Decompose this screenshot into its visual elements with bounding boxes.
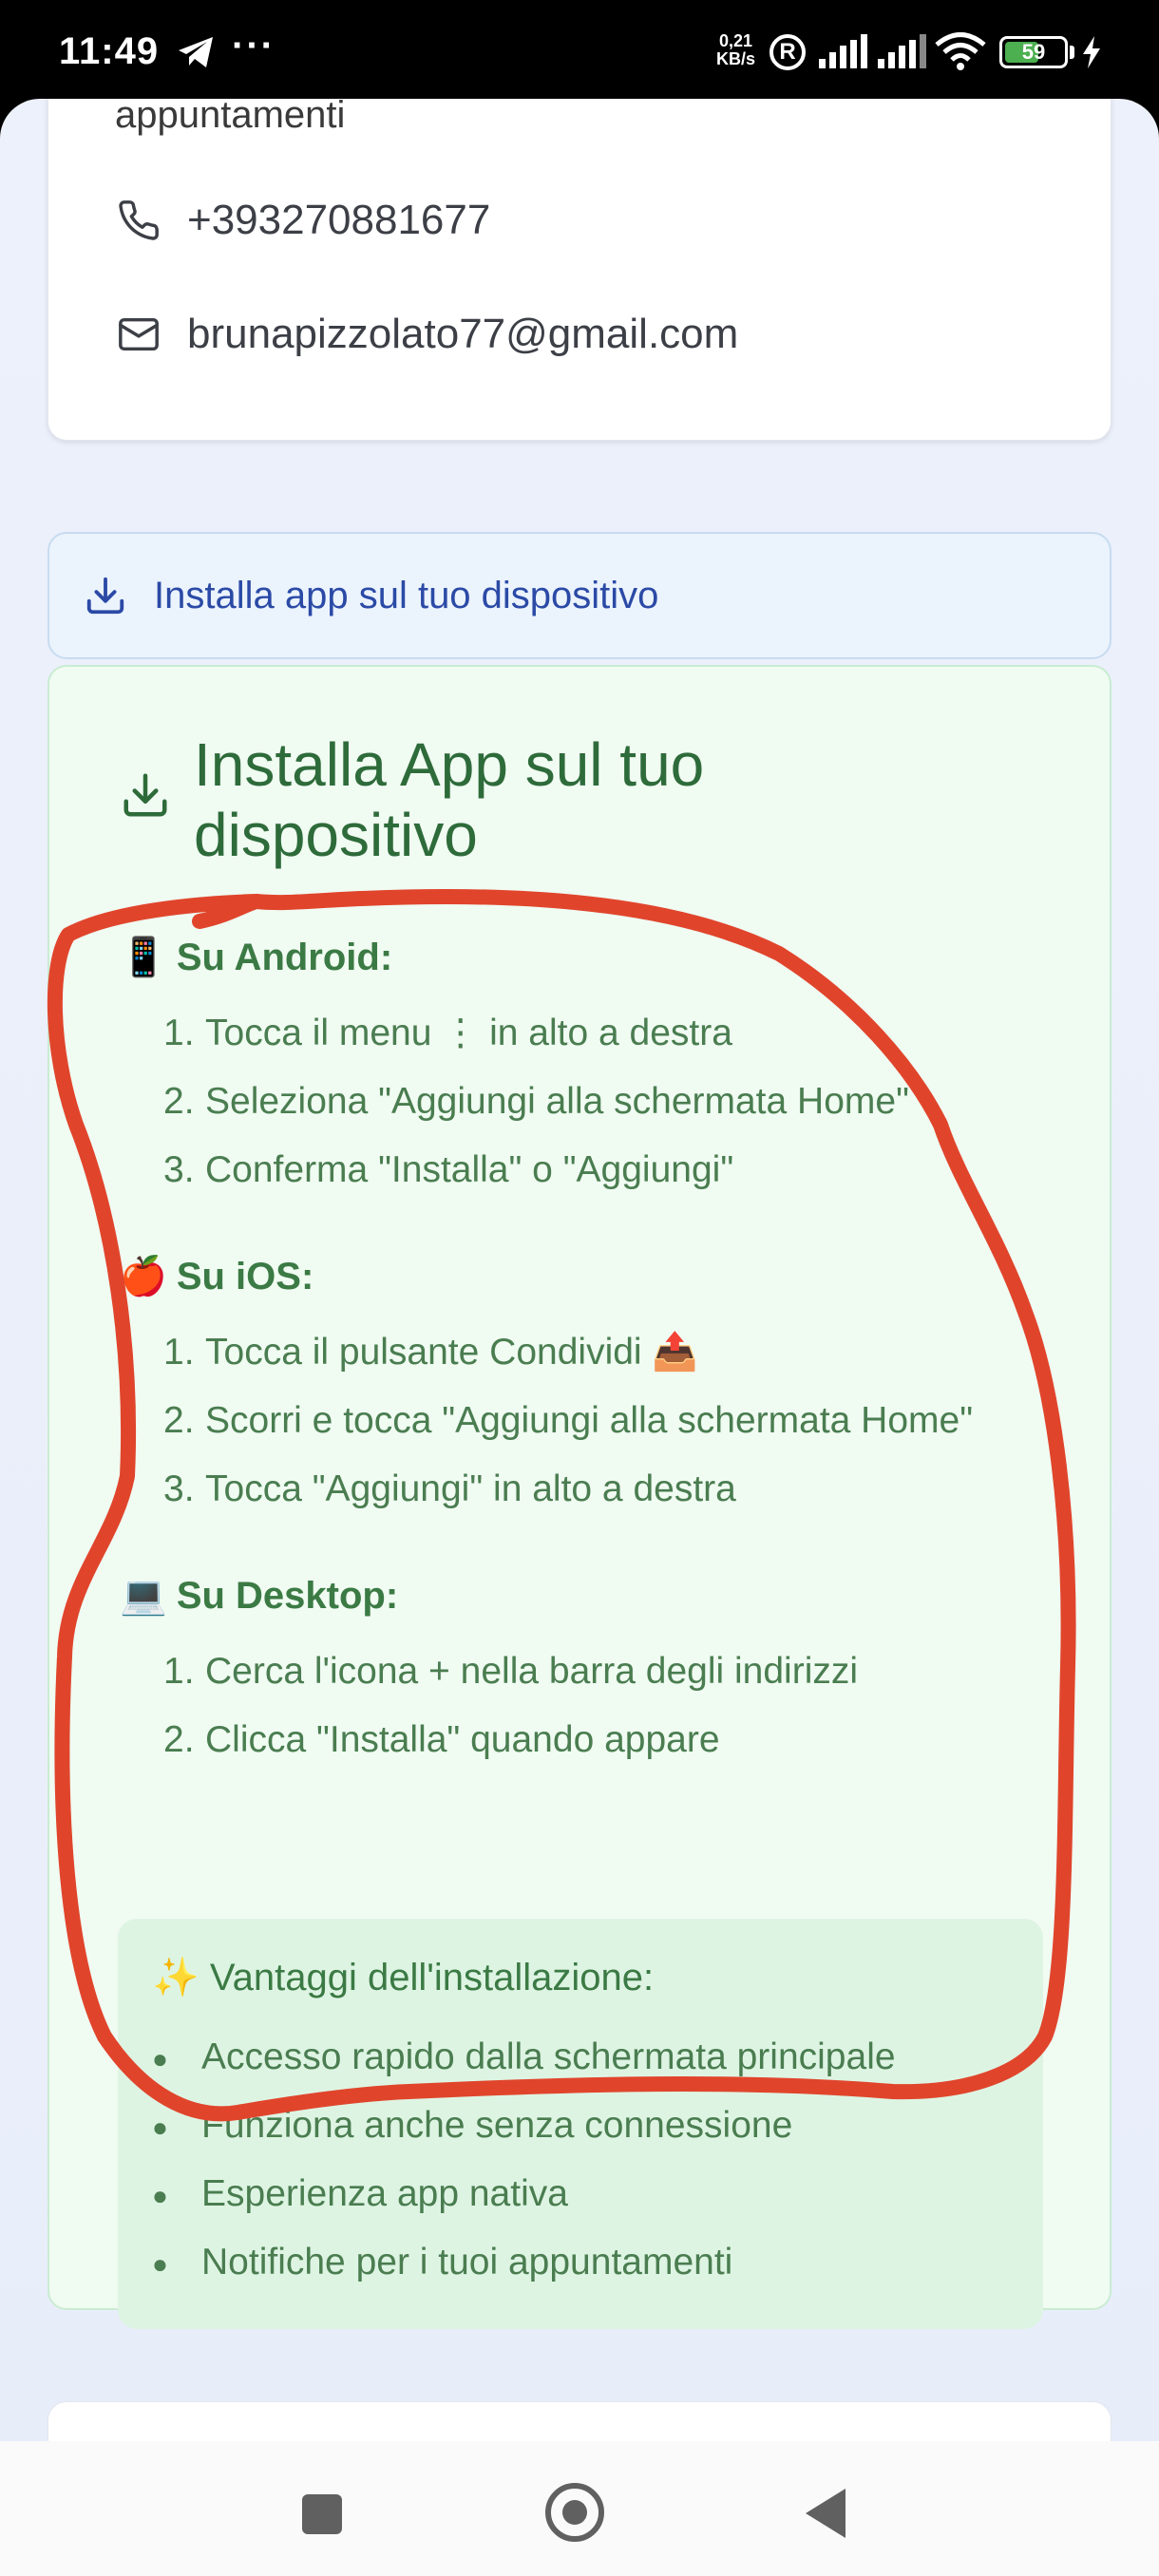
app-page[interactable]: appuntamenti +393270881677 brunapizzolat… [0,99,1159,2441]
contact-card: appuntamenti +393270881677 brunapizzolat… [48,99,1112,441]
charging-bolt-icon [1081,36,1102,73]
next-card [48,2401,1112,2441]
email-row[interactable]: brunapizzolato77@gmail.com [115,311,738,358]
email-address[interactable]: brunapizzolato77@gmail.com [187,311,738,358]
download-icon [120,769,171,825]
back-button[interactable] [806,2489,846,2538]
step-text: Scorri e tocca "Aggiungi alla schermata … [205,1400,974,1441]
mail-icon [115,311,162,358]
list-item: 3. Tocca "Aggiungi" in alto a destra [163,1468,736,1509]
step-text: Tocca il pulsante Condividi 📤 [205,1332,698,1373]
list-item: 2. Clicca "Installa" quando appare [163,1719,720,1760]
laptop-emoji-icon: 💻 [120,1575,167,1617]
list-item: 1. Cerca l'icona + nella barra degli indi… [163,1651,859,1692]
list-item: 1. Tocca il menu ⋮ in alto a destra [163,1013,732,1053]
battery-icon: 59 [999,36,1068,68]
benefit-text: Esperienza app nativa [201,2173,568,2214]
registered-icon: R [770,34,806,70]
battery-tip [1070,46,1074,59]
system-nav-bar [0,2441,1159,2576]
phone-row[interactable]: +393270881677 [115,197,490,244]
benefit-text: Accesso rapido dalla schermata principal… [201,2036,896,2077]
recent-apps-button[interactable] [302,2494,342,2534]
step-text: Tocca il menu ⋮ in alto a destra [205,1013,732,1053]
android-heading: 📱 Su Android: [120,935,392,979]
list-item: ● Notifiche per i tuoi appuntamenti [152,2242,733,2282]
list-item: 2. Seleziona "Aggiungi alla schermata Hom… [163,1081,909,1122]
signal-secondary-icon [878,34,927,73]
benefits-list: ● Accesso rapido dalla schermata principa… [152,2023,896,2297]
desktop-heading-label: Su Desktop: [176,1575,399,1617]
list-item: 2. Scorri e tocca "Aggiungi alla schermat… [163,1400,974,1441]
step-text: Cerca l'icona + nella barra degli indiri… [205,1651,859,1692]
home-dot-icon [562,2500,587,2525]
download-icon [84,574,127,617]
apple-emoji-icon: 🍎 [120,1256,167,1297]
battery-text: 59 [1021,40,1046,64]
status-bar: 11:49 ··· 0,21 KB/s R 59 [0,0,1159,99]
contact-cut-text: appuntamenti [115,99,346,136]
list-item: ● Accesso rapido dalla schermata principa… [152,2036,896,2077]
android-steps: 1. Tocca il menu ⋮ in alto a destra 2. Sel… [163,999,909,1204]
benefits-box: ✨ Vantaggi dell'installazione: ● Accesso … [118,1919,1043,2329]
benefit-text: Funziona anche senza connessione [201,2105,793,2146]
panel-title: Installa App sul tuo dispositivo [194,730,705,869]
list-item: 3. Conferma "Installa" o "Aggiungi" [163,1149,734,1190]
home-button[interactable] [545,2483,604,2542]
desktop-heading: 💻 Su Desktop: [120,1573,398,1618]
step-text: Conferma "Installa" o "Aggiungi" [205,1149,734,1190]
android-heading-label: Su Android: [176,937,393,978]
benefits-title: ✨ Vantaggi dell'installazione: [152,1957,655,1998]
benefit-text: Notifiche per i tuoi appuntamenti [201,2242,733,2282]
ios-steps: 1. Tocca il pulsante Condividi 📤 2. Scorri… [163,1318,973,1524]
network-speed-unit: KB/s [716,49,756,68]
panel-header: Installa App sul tuo dispositivo [120,729,859,870]
desktop-steps: 1. Cerca l'icona + nella barra degli indi… [163,1638,858,1774]
list-item: ● Funziona anche senza connessione [152,2105,793,2146]
phone-emoji-icon: 📱 [120,937,167,978]
list-item: ● Esperienza app nativa [152,2173,568,2214]
network-speed: 0,21 KB/s [716,32,755,68]
ios-heading-label: Su iOS: [176,1256,314,1297]
wifi-icon [935,32,986,75]
install-app-button[interactable]: Installa app sul tuo dispositivo [48,532,1112,659]
status-time: 11:49 [59,30,160,72]
more-notifications-icon: ··· [232,25,276,66]
signal-icon [819,34,868,73]
ios-heading: 🍎 Su iOS: [120,1254,314,1298]
step-text: Seleziona "Aggiungi alla schermata Home" [205,1081,909,1122]
step-text: Tocca "Aggiungi" in alto a destra [205,1468,736,1509]
phone-number[interactable]: +393270881677 [187,197,490,244]
step-text: Clicca "Installa" quando appare [205,1719,720,1760]
network-speed-value: 0,21 [718,31,753,50]
phone-icon [115,197,162,244]
list-item: 1. Tocca il pulsante Condividi 📤 [163,1332,698,1373]
install-instructions-panel: Installa App sul tuo dispositivo 📱 Su And… [48,665,1112,2329]
telegram-icon [177,36,215,73]
install-app-label: Installa app sul tuo dispositivo [154,574,659,616]
